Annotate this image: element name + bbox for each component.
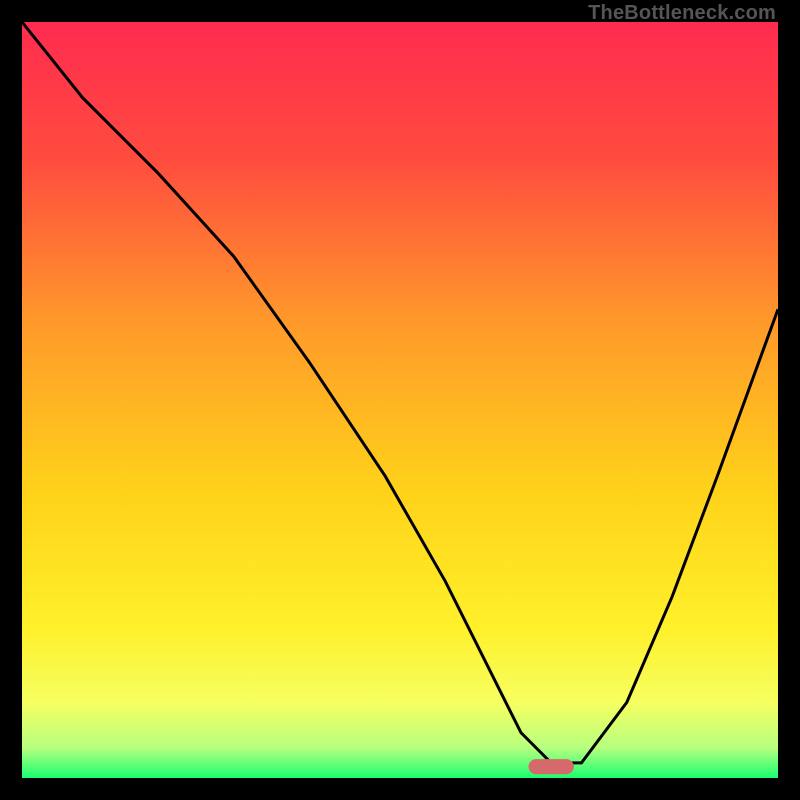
chart-plot-area [22, 22, 778, 778]
highlight-marker [529, 759, 574, 774]
chart-frame: TheBottleneck.com [0, 0, 800, 800]
chart-svg [22, 22, 778, 778]
chart-background [22, 22, 778, 778]
